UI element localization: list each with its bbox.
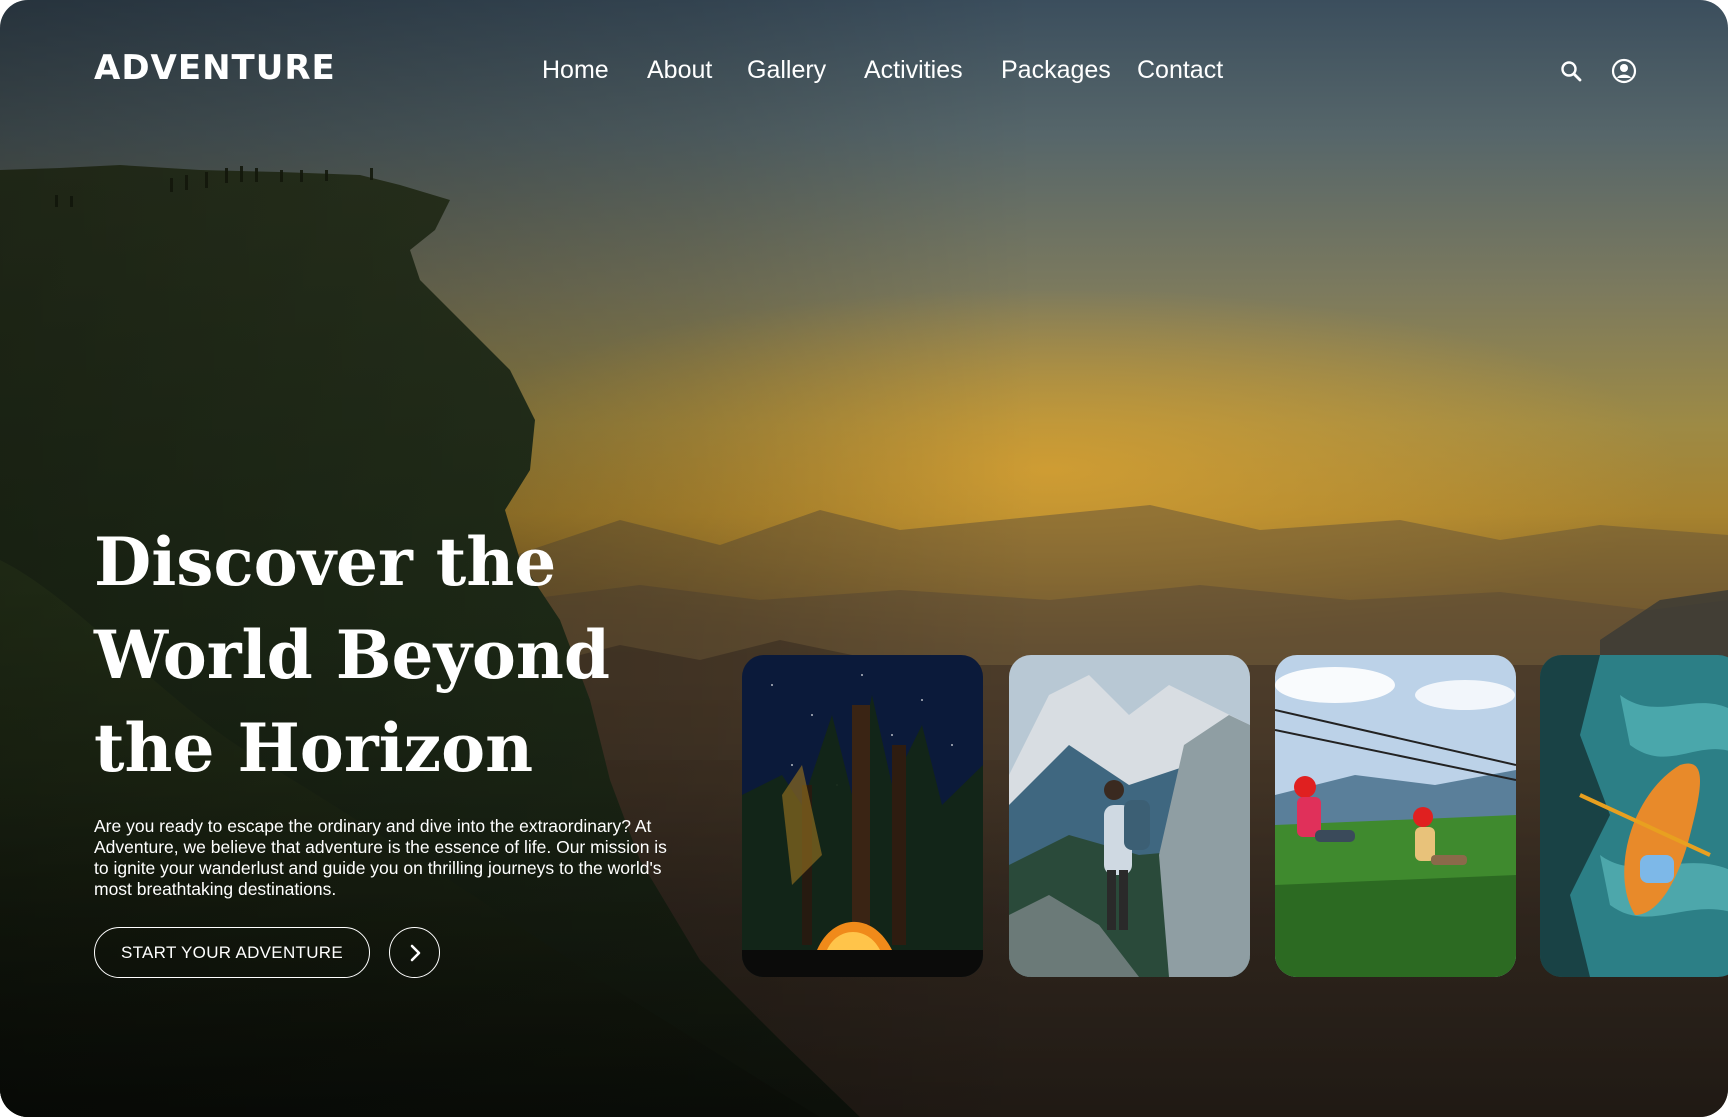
nav-contact[interactable]: Contact xyxy=(1137,56,1223,85)
hero-title-line-2: World Beyond xyxy=(94,616,611,694)
hero-description: Are you ready to escape the ordinary and… xyxy=(94,816,667,899)
nav-home[interactable]: Home xyxy=(542,56,609,85)
hero-background: ADVENTURE Home About Gallery Activities … xyxy=(0,0,1728,1117)
gallery-card-kayak[interactable] xyxy=(1540,655,1728,977)
next-arrow-button[interactable] xyxy=(389,927,440,978)
gallery-card-camping[interactable] xyxy=(742,655,983,977)
camping-tent-image xyxy=(742,655,983,977)
search-icon[interactable] xyxy=(1556,56,1586,86)
hero-title-line-3: the Horizon xyxy=(94,709,534,787)
gallery-card-zipline[interactable] xyxy=(1275,655,1516,977)
nav-gallery[interactable]: Gallery xyxy=(747,56,826,85)
nav-packages[interactable]: Packages xyxy=(1001,56,1111,85)
nav-activities[interactable]: Activities xyxy=(864,56,963,85)
nav-about[interactable]: About xyxy=(647,56,712,85)
account-icon[interactable] xyxy=(1609,56,1639,86)
hero-title-line-1: Discover the xyxy=(94,523,557,601)
zipline-image xyxy=(1275,655,1516,977)
hero-title: Discover the World Beyond the Horizon xyxy=(94,516,654,795)
kayak-rapids-image xyxy=(1540,655,1728,977)
brand-logo[interactable]: ADVENTURE xyxy=(94,48,336,88)
hiker-mountains-image xyxy=(1009,655,1250,977)
gallery-card-hiking[interactable] xyxy=(1009,655,1250,977)
chevron-right-icon xyxy=(410,944,420,961)
start-adventure-button[interactable]: START YOUR ADVENTURE xyxy=(94,927,370,978)
